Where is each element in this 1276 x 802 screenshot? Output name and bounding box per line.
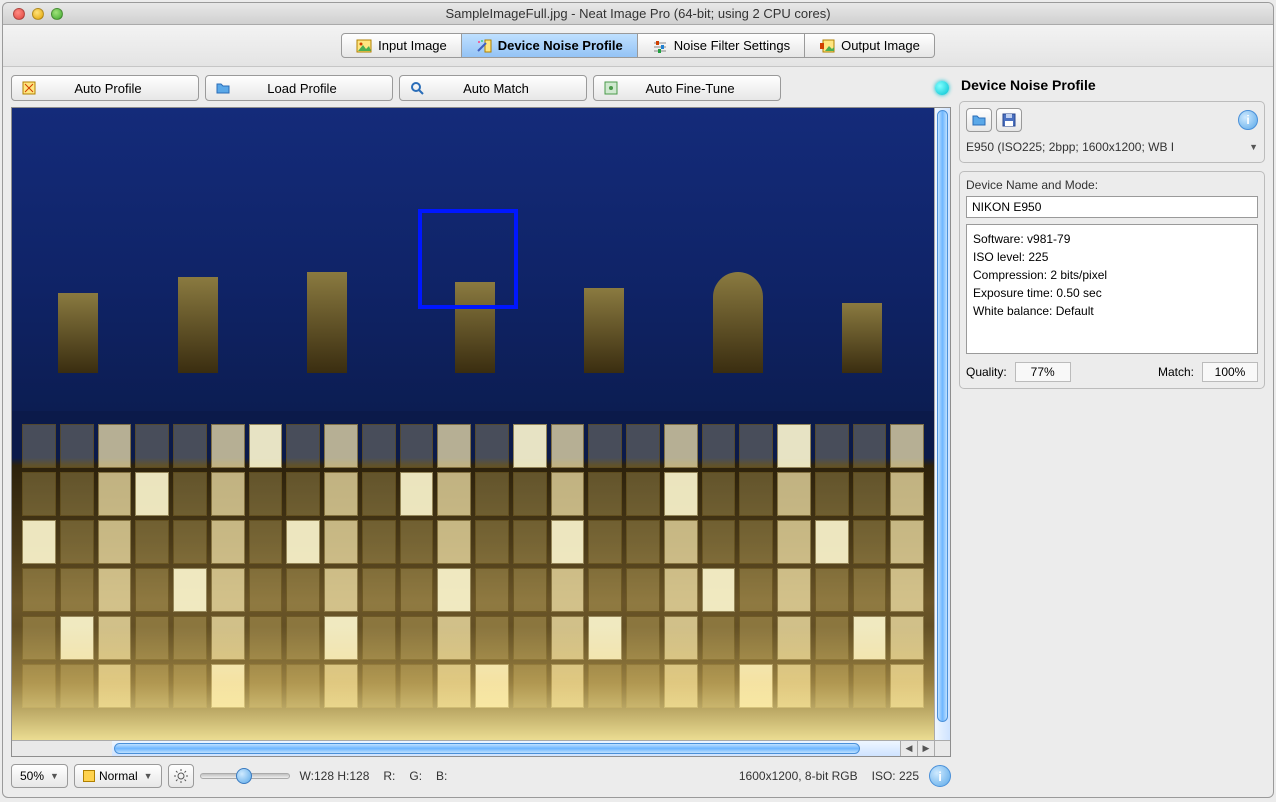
device-metadata: Software: v981-79 ISO level: 225 Compres… — [966, 224, 1258, 354]
zoom-dropdown[interactable]: 50% ▼ — [11, 764, 68, 788]
meta-exposure: Exposure time: 0.50 sec — [973, 284, 1251, 302]
folder-open-icon — [214, 79, 232, 97]
chevron-down-icon: ▼ — [144, 771, 153, 781]
panel-info-button[interactable]: i — [1238, 110, 1258, 130]
viewmode-dropdown[interactable]: Normal ▼ — [74, 764, 162, 788]
device-name-input[interactable] — [966, 196, 1258, 218]
device-name-label: Device Name and Mode: — [966, 178, 1258, 192]
profile-select[interactable]: E950 (ISO225; 2bpp; 1600x1200; WB I ▼ — [966, 138, 1258, 156]
meta-compression: Compression: 2 bits/pixel — [973, 266, 1251, 284]
info-icon: i — [938, 769, 942, 784]
tab-input-image[interactable]: Input Image — [341, 33, 462, 58]
tab-label: Input Image — [378, 38, 447, 53]
profile-summary: E950 (ISO225; 2bpp; 1600x1200; WB I — [966, 140, 1174, 154]
horizontal-scrollbar[interactable] — [112, 741, 900, 756]
chevron-down-icon: ▼ — [1249, 142, 1258, 152]
match-value: 100% — [1202, 362, 1258, 382]
open-profile-button[interactable] — [966, 108, 992, 132]
vertical-scrollbar[interactable] — [934, 108, 950, 740]
button-label: Auto Match — [436, 81, 578, 96]
status-bar: 50% ▼ Normal ▼ W:128 H:128 R: — [11, 763, 951, 789]
button-label: Load Profile — [242, 81, 384, 96]
tab-noise-filter-settings[interactable]: Noise Filter Settings — [638, 33, 805, 58]
finetune-icon — [602, 79, 620, 97]
meta-iso: ISO level: 225 — [973, 248, 1251, 266]
image-info: 1600x1200, 8-bit RGB — [735, 769, 862, 783]
selection-rectangle[interactable] — [418, 209, 518, 309]
magnifier-icon — [408, 79, 426, 97]
main-tabs: Input Image Device Noise Profile Noise F… — [3, 25, 1273, 67]
save-profile-button[interactable] — [996, 108, 1022, 132]
auto-finetune-button[interactable]: Auto Fine-Tune — [593, 75, 781, 101]
auto-profile-button[interactable]: Auto Profile — [11, 75, 199, 101]
quality-label: Quality: — [966, 365, 1007, 379]
slider-knob[interactable] — [236, 768, 252, 784]
horizontal-scroll-thumb[interactable] — [114, 743, 860, 754]
vertical-scroll-thumb[interactable] — [937, 110, 948, 722]
tab-label: Device Noise Profile — [498, 38, 623, 53]
chevron-down-icon: ▼ — [50, 771, 59, 781]
button-label: Auto Profile — [48, 81, 190, 96]
selection-size: W:128 H:128 — [296, 769, 374, 783]
viewmode-value: Normal — [99, 769, 138, 783]
left-pane: Auto Profile Load Profile Auto Match — [11, 75, 951, 789]
pixel-b: B: — [432, 769, 451, 783]
auto-profile-icon — [20, 79, 38, 97]
iso-readout: ISO: 225 — [868, 769, 923, 783]
meta-software: Software: v981-79 — [973, 230, 1251, 248]
wand-icon — [476, 39, 492, 53]
image-icon — [356, 39, 372, 53]
brightness-button[interactable] — [168, 764, 194, 788]
window-title: SampleImageFull.jpg - Neat Image Pro (64… — [3, 6, 1273, 21]
sun-icon — [174, 769, 188, 783]
tab-output-image[interactable]: Output Image — [805, 33, 935, 58]
tab-label: Noise Filter Settings — [674, 38, 790, 53]
profile-file-section: i E950 (ISO225; 2bpp; 1600x1200; WB I ▼ — [959, 101, 1265, 163]
panel-title: Device Noise Profile — [959, 75, 1265, 101]
folder-open-icon — [971, 113, 987, 127]
match-label: Match: — [1158, 365, 1194, 379]
device-info-section: Device Name and Mode: Software: v981-79 … — [959, 171, 1265, 389]
image-canvas[interactable] — [12, 108, 934, 740]
right-panel: Device Noise Profile i — [959, 75, 1265, 789]
app-window: SampleImageFull.jpg - Neat Image Pro (64… — [2, 2, 1274, 798]
tab-device-noise-profile[interactable]: Device Noise Profile — [462, 33, 638, 58]
load-profile-button[interactable]: Load Profile — [205, 75, 393, 101]
info-icon: i — [1246, 113, 1249, 127]
pixel-r: R: — [379, 769, 399, 783]
meta-white-balance: White balance: Default — [973, 302, 1251, 320]
content-area: Auto Profile Load Profile Auto Match — [3, 67, 1273, 797]
image-viewer: ◀ ▶ — [11, 107, 951, 757]
floppy-save-icon — [1002, 113, 1016, 127]
brightness-slider[interactable] — [200, 773, 290, 779]
output-image-icon — [819, 39, 835, 53]
status-indicator — [935, 81, 949, 95]
profile-toolbar: Auto Profile Load Profile Auto Match — [11, 75, 951, 101]
pixel-g: G: — [405, 769, 426, 783]
quality-value: 77% — [1015, 362, 1071, 382]
auto-match-button[interactable]: Auto Match — [399, 75, 587, 101]
zoom-value: 50% — [20, 769, 44, 783]
titlebar: SampleImageFull.jpg - Neat Image Pro (64… — [3, 3, 1273, 25]
button-label: Auto Fine-Tune — [630, 81, 772, 96]
viewmode-swatch-icon — [83, 770, 95, 782]
scroll-left-button[interactable]: ◀ — [900, 741, 917, 756]
info-button[interactable]: i — [929, 765, 951, 787]
sliders-icon — [652, 39, 668, 53]
scroll-right-button[interactable]: ▶ — [917, 741, 934, 756]
tab-label: Output Image — [841, 38, 920, 53]
